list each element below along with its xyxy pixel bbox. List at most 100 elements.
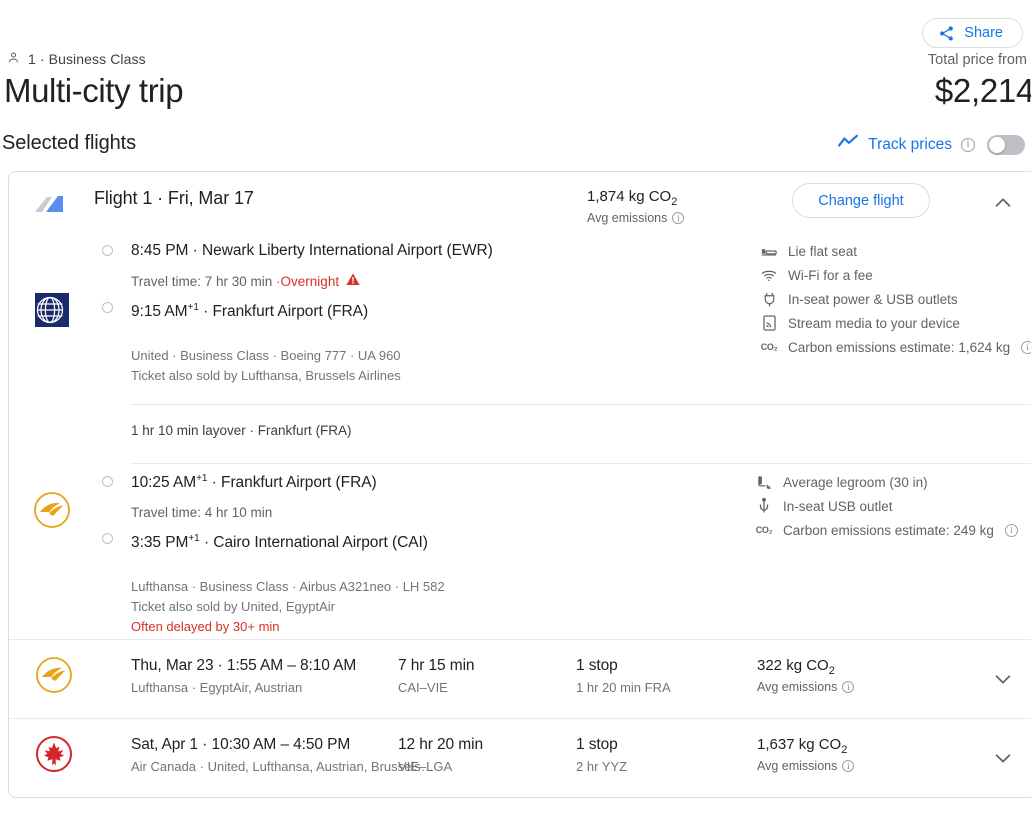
change-flight-label: Change flight — [818, 192, 904, 209]
power-outlet-icon — [761, 292, 777, 307]
leg-2-arrival-time: 3:35 PM — [131, 534, 189, 552]
stream-media-icon — [761, 315, 777, 331]
amenity-label: In-seat USB outlet — [783, 498, 893, 514]
leg-1-timeline — [102, 245, 118, 313]
legroom-icon — [756, 475, 772, 490]
flight-3-duration: 12 hr 20 min — [398, 736, 483, 753]
flight-1-title: Flight 1 · Fri, Mar 17 — [94, 188, 254, 208]
amenity-label: Carbon emissions estimate: 1,624 kg — [788, 339, 1011, 355]
flight-1-emissions: 1,874 kg CO2 Avg emissions i — [587, 188, 685, 225]
info-icon[interactable]: i — [842, 760, 855, 772]
flight-2-stops-detail: 1 hr 20 min FRA — [576, 680, 671, 695]
leg-2-meta-1: Lufthansa · Business Class · Airbus A321… — [131, 579, 445, 595]
air-canada-logo — [35, 735, 73, 778]
leg-2-arrival-airport: · Cairo International Airport (CAI) — [199, 534, 428, 552]
amenity-row: In-seat USB outlet — [756, 494, 1018, 518]
leg-1-arrival-time: 9:15 AM — [131, 303, 188, 321]
flight-3-stops-detail: 2 hr YYZ — [576, 759, 628, 774]
track-prices-label: Track prices — [868, 135, 952, 153]
co2-subscript: 2 — [841, 744, 848, 756]
leg-1-arrival-day-offset: +1 — [187, 302, 199, 313]
leg-2-timeline — [102, 476, 118, 544]
flight-1-leg-2: 10:25 AM+1 · Frankfurt Airport (FRA) Tra… — [9, 464, 1031, 639]
usb-icon — [756, 498, 772, 514]
trend-line-icon — [837, 134, 859, 155]
track-prices-control[interactable]: Track prices i — [837, 134, 1025, 155]
leg-2-amenities: Average legroom (30 in) In-seat USB outl… — [756, 470, 1018, 542]
co2-icon: CO₂ — [760, 342, 778, 352]
lufthansa-logo — [35, 656, 73, 699]
amenity-label: Lie flat seat — [788, 243, 858, 259]
leg-2-departure-airport: · Frankfurt Airport (FRA) — [207, 474, 377, 492]
chevron-up-icon[interactable] — [992, 192, 1014, 214]
amenity-label: Stream media to your device — [788, 315, 960, 331]
flight-3-airlines: Air Canada · United, Lufthansa, Austrian… — [131, 759, 434, 774]
leg-1-travel-time-label: Travel time: 7 hr 30 min · — [131, 273, 281, 289]
amenity-label: Average legroom (30 in) — [783, 474, 928, 490]
flight-3-emissions: 1,637 kg CO2 Avg emissions i — [757, 736, 855, 773]
chevron-down-icon[interactable] — [992, 668, 1014, 695]
warning-triangle-icon — [346, 273, 360, 289]
passenger-summary: 1 · Business Class — [6, 50, 146, 68]
info-icon[interactable]: i — [1021, 340, 1031, 354]
change-flight-button[interactable]: Change flight — [792, 183, 930, 218]
layover-section: 1 hr 10 min layover · Frankfurt (FRA) — [9, 404, 1031, 464]
leg-2-departure-time: 10:25 AM — [131, 474, 197, 492]
leg-2-delay-warning: Often delayed by 30+ min — [131, 619, 280, 635]
amenity-row: Lie flat seat — [761, 239, 1031, 263]
selected-flights-card: Flight 1 · Fri, Mar 17 1,874 kg CO2 Avg … — [8, 171, 1031, 798]
leg-2-arrival-day-offset: +1 — [188, 533, 200, 545]
passenger-summary-label: 1 · Business Class — [28, 51, 146, 67]
flight-1-leg-1: 8:45 PM · Newark Liberty International A… — [9, 234, 1031, 404]
flight-3-emissions-value: 1,637 kg CO — [757, 736, 842, 753]
info-icon[interactable]: i — [1004, 523, 1018, 537]
flight-2-emissions: 322 kg CO2 Avg emissions i — [757, 657, 855, 694]
wifi-icon — [761, 269, 777, 282]
flight-1-header: Flight 1 · Fri, Mar 17 1,874 kg CO2 Avg … — [9, 172, 1031, 234]
share-button[interactable]: Share — [922, 18, 1023, 48]
flight-2-stops: 1 stop — [576, 657, 618, 674]
lufthansa-logo — [33, 491, 71, 534]
flight-1-emissions-label: Avg emissions — [587, 211, 668, 225]
leg-1-meta-2: Ticket also sold by Lufthansa, Brussels … — [131, 368, 401, 384]
leg-1-overnight-label: Overnight — [280, 273, 340, 289]
total-price-label: Total price from — [927, 52, 1027, 68]
flight-3-datetime: Sat, Apr 1 · 10:30 AM – 4:50 PM — [131, 736, 351, 753]
leg-2-departure-day-offset: +1 — [196, 473, 208, 484]
flights-page: Share 1 · Business Class Multi-city trip… — [0, 0, 1031, 818]
track-prices-toggle[interactable] — [987, 134, 1025, 155]
amenity-label: In-seat power & USB outlets — [788, 291, 958, 307]
leg-1-amenities: Lie flat seat Wi-Fi for a fee In-seat po… — [761, 239, 1031, 359]
layover-divider-top — [131, 404, 1031, 405]
info-icon[interactable]: i — [961, 137, 975, 152]
share-icon — [938, 25, 955, 42]
co2-icon: CO₂ — [755, 525, 773, 535]
person-icon — [6, 50, 21, 68]
flight-3-route: VIE–LGA — [398, 759, 453, 774]
amenity-label: Wi-Fi for a fee — [788, 267, 873, 283]
leg-2-meta-2: Ticket also sold by United, EgyptAir — [131, 599, 335, 615]
total-price-value: $2,214 — [934, 72, 1031, 109]
layover-label: 1 hr 10 min layover · Frankfurt (FRA) — [131, 423, 352, 438]
leg-1-arrival-airport: · Frankfurt Airport (FRA) — [198, 303, 369, 321]
share-row: Share — [922, 18, 1023, 48]
amenity-row: Average legroom (30 in) — [756, 470, 1018, 494]
amenity-row: In-seat power & USB outlets — [761, 287, 1031, 311]
info-icon[interactable]: i — [672, 212, 685, 224]
amenity-label: Carbon emissions estimate: 249 kg — [783, 522, 994, 538]
collapsed-flight-row-1[interactable]: Thu, Mar 23 · 1:55 AM – 8:10 AM Lufthans… — [9, 640, 1031, 718]
info-icon[interactable]: i — [842, 681, 855, 693]
flight-2-route: CAI–VIE — [398, 680, 448, 695]
amenity-row: Stream media to your device — [761, 311, 1031, 335]
selected-flights-title: Selected flights — [2, 132, 137, 154]
amenity-row: CO₂ Carbon emissions estimate: 249 kg i — [756, 518, 1018, 542]
flight-3-emissions-label: Avg emissions — [757, 759, 838, 773]
collapsed-flight-row-2[interactable]: Sat, Apr 1 · 10:30 AM – 4:50 PM Air Cana… — [9, 719, 1031, 797]
flight-2-datetime: Thu, Mar 23 · 1:55 AM – 8:10 AM — [131, 657, 357, 674]
page-title: Multi-city trip — [4, 72, 184, 109]
chevron-down-icon[interactable] — [992, 747, 1014, 774]
amenity-row: Wi-Fi for a fee — [761, 263, 1031, 287]
share-label: Share — [964, 25, 1003, 41]
flight-2-emissions-label: Avg emissions — [757, 680, 838, 694]
co2-subscript: 2 — [671, 196, 678, 208]
